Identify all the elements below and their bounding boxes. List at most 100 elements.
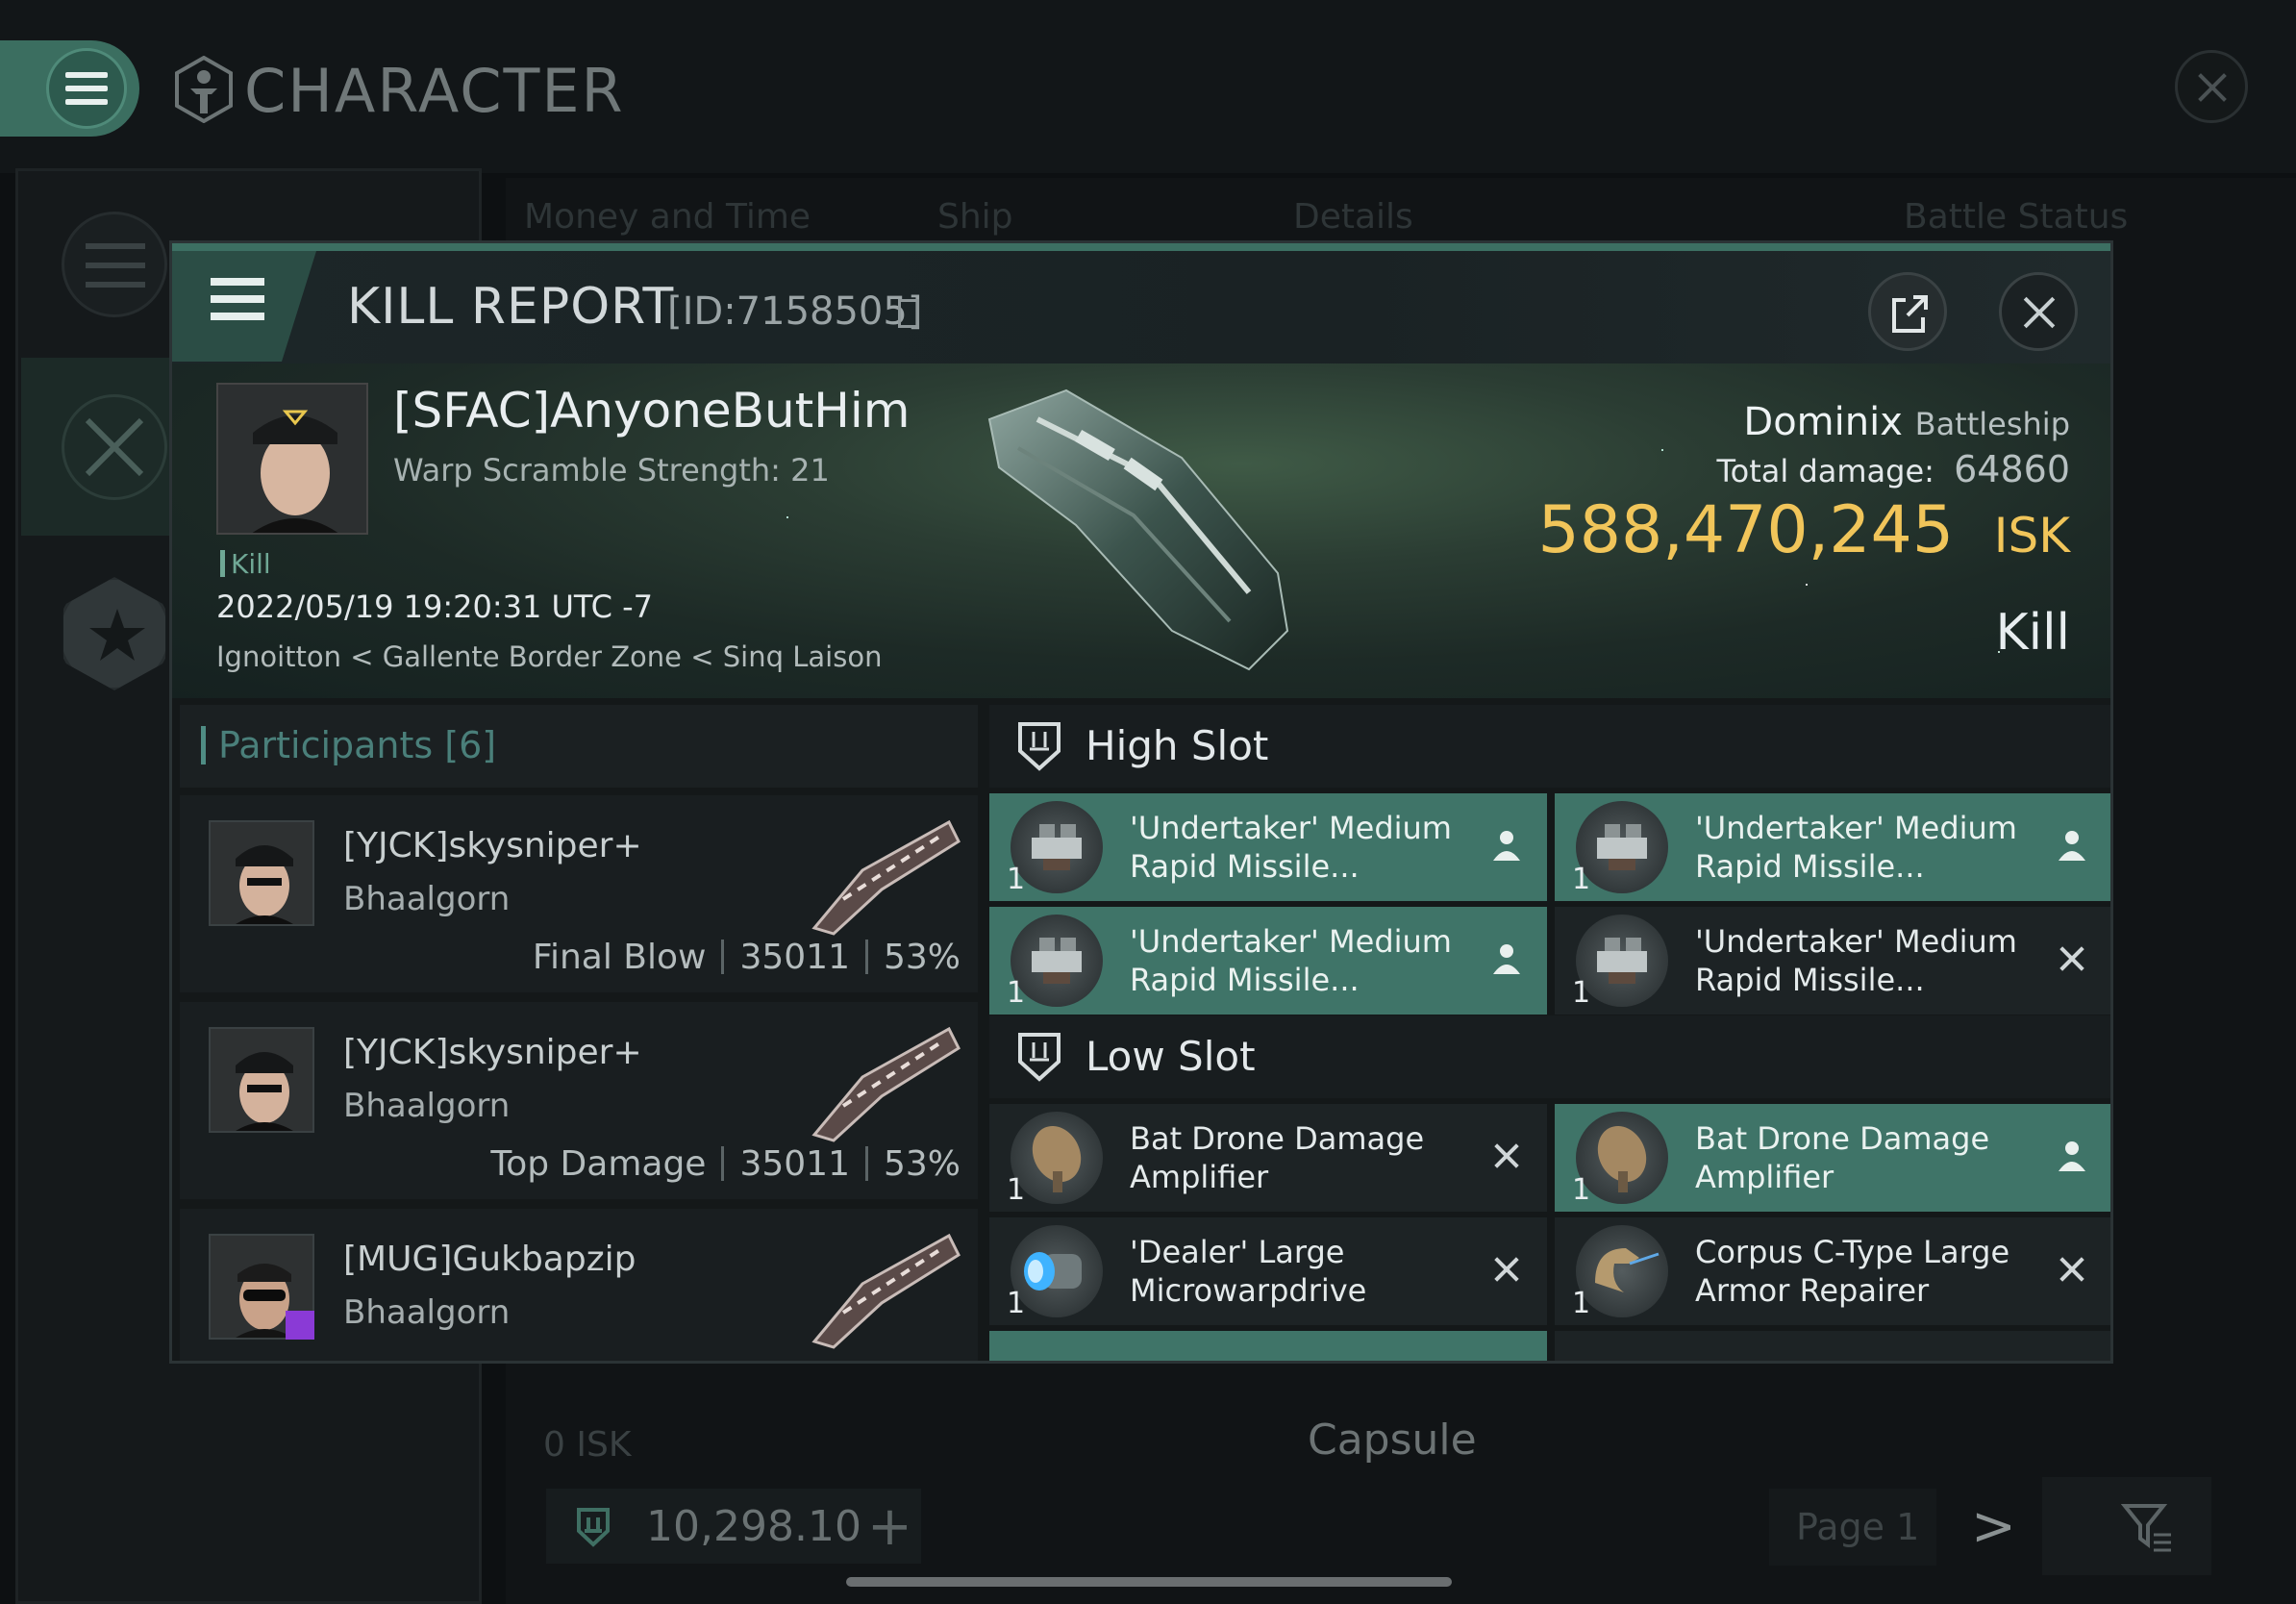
participant-label: Final Blow [532, 938, 707, 977]
list-icon[interactable] [62, 212, 167, 317]
participant-percent: 53% [883, 1144, 961, 1184]
bg-isk-value: 0 ISK [543, 1425, 632, 1465]
participant-percent: 53% [883, 938, 961, 977]
module-name: 'Undertaker' Medium Rapid Missile... [1130, 923, 1452, 998]
victim-name[interactable]: [SFAC]AnyoneButHim [393, 383, 910, 439]
ship-thumbnail [811, 1026, 961, 1142]
ship-class: Battleship [1914, 406, 2070, 442]
module-name: 'Dealer' Large Microwarpdrive [1130, 1234, 1367, 1309]
avatar [209, 1027, 314, 1133]
participant-row[interactable]: [MUG]Gukbapzip Bhaalgorn [180, 1209, 978, 1361]
copy-icon[interactable] [898, 299, 919, 328]
filter-icon [2121, 1504, 2171, 1552]
victim-subtitle: Warp Scramble Strength: 21 [393, 452, 830, 489]
modal-menu-button[interactable] [172, 251, 316, 362]
participants-title: Participants [6] [218, 724, 497, 766]
victim-portrait[interactable] [216, 383, 368, 535]
module-quantity: 1 [1572, 1287, 1591, 1320]
participant-ship: Bhaalgorn [343, 1293, 511, 1332]
module-item[interactable]: 1 'Undertaker' Medium Rapid Missile... [989, 907, 1547, 1015]
participant-ship: Bhaalgorn [343, 1087, 511, 1125]
participant-name: [YJCK]skysniper+ [343, 826, 642, 865]
destroyed-icon [2053, 940, 2091, 978]
module-name: 'Undertaker' Medium Rapid Missile... [1695, 810, 2017, 885]
page-title: CHARACTER [244, 56, 625, 126]
dropped-icon [2059, 831, 2085, 861]
balance-value: 10,298.10 [646, 1502, 861, 1551]
main-menu-button[interactable] [0, 40, 139, 137]
module-quantity: 1 [1007, 976, 1026, 1010]
crossed-swords-icon[interactable] [62, 394, 167, 500]
app-close-button[interactable] [2175, 50, 2248, 123]
dropped-icon [1493, 831, 1520, 861]
participants-header[interactable]: Participants [6] [180, 705, 978, 788]
high-slot-title: High Slot [1086, 722, 1269, 769]
module-item[interactable]: 1 'Undertaker' Medium Rapid Missile... [989, 793, 1547, 901]
add-balance-button[interactable]: + [867, 1495, 912, 1558]
next-page-button[interactable]: > [1971, 1495, 2016, 1558]
low-slot-title: Low Slot [1086, 1033, 1256, 1080]
module-item[interactable] [1555, 1331, 2110, 1361]
participant-stats: Final Blow 35011 53% [533, 938, 961, 977]
module-quantity: 1 [1572, 1173, 1591, 1207]
module-item[interactable]: 1 'Undertaker' Medium Rapid Missile... [1555, 907, 2110, 1015]
participant-row[interactable]: [YJCK]skysniper+ Bhaalgorn Top Damage 350… [180, 1002, 978, 1199]
kill-location[interactable]: Ignoitton < Gallente Border Zone < Sinq … [216, 640, 882, 673]
ship-name: Dominix [1743, 400, 1903, 444]
total-damage: Total damage: 64860 [1717, 448, 2070, 490]
destroyed-icon [1487, 1137, 1526, 1175]
module-name: 'Undertaker' Medium Rapid Missile... [1695, 923, 2017, 998]
total-damage-value: 64860 [1954, 448, 2070, 490]
ship-type[interactable]: Dominix Battleship [1743, 400, 2070, 444]
badge-icon [286, 1311, 314, 1340]
dropped-icon [2059, 1141, 2085, 1171]
kill-result: Kill [1995, 604, 2070, 662]
module-quantity: 1 [1007, 1173, 1026, 1207]
ship-thumbnail [811, 819, 961, 936]
participant-name: [MUG]Gukbapzip [343, 1240, 636, 1279]
kill-date: 2022/05/19 19:20:31 UTC -7 [216, 589, 654, 625]
isk-amount: 588,470,245 [1537, 492, 1955, 568]
kill-tag: Kill [220, 548, 271, 580]
bg-ship-name: Capsule [1308, 1416, 1477, 1465]
close-button[interactable] [1999, 272, 2078, 351]
module-name: Corpus C-Type Large Armor Repairer [1695, 1234, 2010, 1309]
module-item[interactable]: 1 Corpus C-Type Large Armor Repairer [1555, 1217, 2110, 1325]
ship-image [987, 388, 1289, 671]
low-slot-header: Low Slot [989, 1015, 2110, 1098]
modal-title: KILL REPORT [347, 278, 675, 336]
module-item[interactable] [989, 1331, 1547, 1361]
character-icon [175, 56, 233, 123]
isk-value: 588,470,245 ISK [1537, 492, 2070, 568]
isk-unit: ISK [1993, 508, 2070, 564]
destroyed-icon [2053, 1250, 2091, 1289]
module-item[interactable]: 1 Bat Drone Damage Amplifier [989, 1104, 1547, 1212]
share-button[interactable] [1868, 272, 1947, 351]
report-id: [ID:7158505] [667, 289, 923, 334]
page-indicator: Page 1 [1796, 1506, 1920, 1548]
module-name: Bat Drone Damage Amplifier [1130, 1120, 1425, 1195]
participant-damage: 35011 [739, 1144, 850, 1184]
module-quantity: 1 [1007, 1287, 1026, 1320]
high-slot-header: High Slot [989, 705, 2110, 788]
module-name: Bat Drone Damage Amplifier [1695, 1120, 1990, 1195]
module-item[interactable]: 1 'Undertaker' Medium Rapid Missile... [1555, 793, 2110, 901]
wallet-icon [577, 1508, 610, 1547]
ship-thumbnail [811, 1233, 961, 1349]
destroyed-icon [1487, 1250, 1526, 1289]
module-item[interactable]: 1 'Dealer' Large Microwarpdrive [989, 1217, 1547, 1325]
slot-icon [1018, 722, 1061, 771]
kill-report-modal: KILL REPORT [ID:7158505] [SFAC]AnyoneBut… [169, 240, 2113, 1364]
share-icon [1892, 295, 1928, 333]
participant-stats: Top Damage 35011 53% [490, 1144, 961, 1184]
module-name: 'Undertaker' Medium Rapid Missile... [1130, 810, 1452, 885]
module-item[interactable]: 1 Bat Drone Damage Amplifier [1555, 1104, 2110, 1212]
module-quantity: 1 [1572, 976, 1591, 1010]
total-damage-label: Total damage: [1716, 453, 1934, 489]
participant-label: Top Damage [490, 1144, 707, 1184]
participant-row[interactable]: [YJCK]skysniper+ Bhaalgorn Final Blow 350… [180, 795, 978, 992]
victim-banner: [SFAC]AnyoneButHim Warp Scramble Strengt… [172, 363, 2110, 698]
hamburger-icon [46, 48, 127, 129]
module-quantity: 1 [1572, 863, 1591, 896]
bg-tab-ship: Ship [937, 197, 1013, 237]
